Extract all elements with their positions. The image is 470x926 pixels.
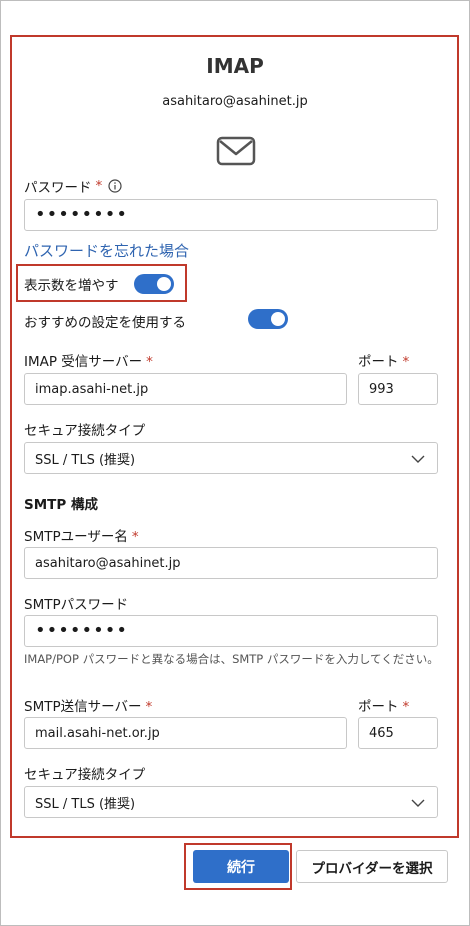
smtp-user-input[interactable]: asahitaro@asahinet.jp — [24, 547, 438, 579]
mail-icon — [216, 136, 256, 166]
smtp-user-label: SMTPユーザー名 * — [24, 529, 139, 545]
forgot-password-link[interactable]: パスワードを忘れた場合 — [24, 240, 189, 261]
password-input[interactable]: •••••••• — [24, 199, 438, 231]
recommended-settings-label: おすすめの設定を使用する — [24, 315, 186, 331]
imap-port-input[interactable]: 993 — [358, 373, 438, 405]
required-mark: * — [95, 178, 103, 194]
smtp-server-input[interactable]: mail.asahi-net.or.jp — [24, 717, 347, 749]
imap-server-label: IMAP 受信サーバー * — [24, 354, 153, 370]
page-title: IMAP — [206, 54, 264, 78]
imap-server-input[interactable]: imap.asahi-net.jp — [24, 373, 347, 405]
select-provider-button[interactable]: プロバイダーを選択 — [296, 850, 448, 883]
smtp-port-input[interactable]: 465 — [358, 717, 438, 749]
account-email: asahitaro@asahinet.jp — [162, 94, 308, 109]
smtp-password-label: SMTPパスワード — [24, 597, 129, 613]
smtp-password-input[interactable]: •••••••• — [24, 615, 438, 647]
show-more-label: 表示数を増やす — [24, 278, 119, 294]
continue-button[interactable]: 続行 — [193, 850, 289, 883]
password-label: パスワード * — [24, 176, 122, 196]
chevron-down-icon — [411, 453, 425, 468]
smtp-section-title: SMTP 構成 — [24, 497, 98, 513]
recommended-settings-toggle[interactable] — [248, 309, 289, 329]
imap-security-label: セキュア接続タイプ — [24, 423, 146, 439]
show-more-toggle[interactable] — [134, 274, 174, 294]
smtp-security-select[interactable]: SSL / TLS (推奨) — [24, 786, 438, 818]
smtp-security-label: セキュア接続タイプ — [24, 767, 146, 783]
info-icon[interactable] — [108, 179, 122, 193]
chevron-down-icon — [411, 797, 425, 812]
imap-security-select[interactable]: SSL / TLS (推奨) — [24, 442, 438, 474]
smtp-port-label: ポート * — [358, 699, 410, 715]
smtp-server-label: SMTP送信サーバー * — [24, 699, 153, 715]
smtp-password-hint: IMAP/POP パスワードと異なる場合は、SMTP パスワードを入力してくださ… — [24, 652, 439, 666]
imap-port-label: ポート * — [358, 354, 410, 370]
